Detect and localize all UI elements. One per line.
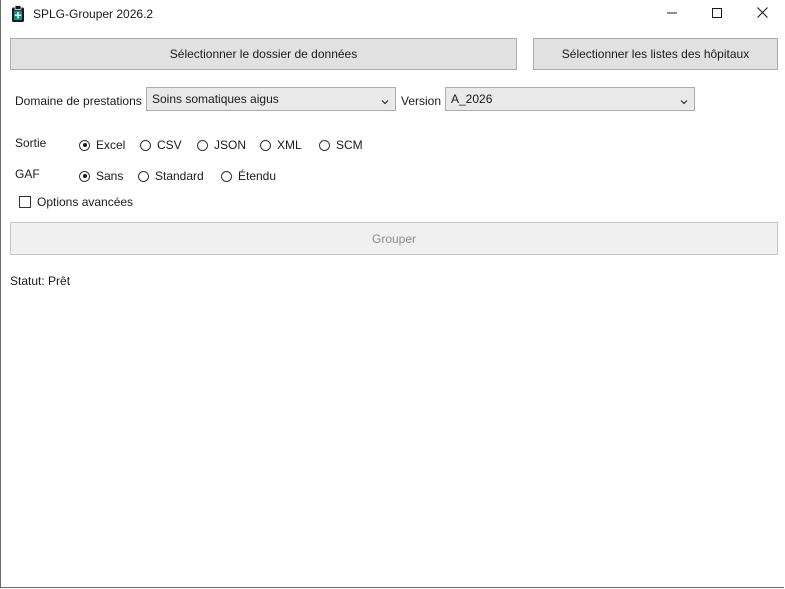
select-data-folder-button[interactable]: Sélectionner le dossier de données [10, 38, 517, 70]
radio-label: XML [277, 138, 302, 152]
radio-label: Excel [96, 138, 126, 152]
radio-indicator [319, 139, 330, 151]
app-window: SPLG-Grouper 2026.2 Sélectionner le doss… [0, 0, 784, 588]
output-label: Sortie [15, 136, 47, 150]
chevron-down-icon [680, 95, 688, 105]
select-hospital-lists-button[interactable]: Sélectionner les listes des hôpitaux [533, 38, 778, 70]
radio-label: Sans [96, 169, 124, 183]
version-label: Version [401, 94, 442, 108]
minimize-icon [667, 7, 677, 21]
chevron-down-icon [381, 95, 389, 105]
radio-output-excel[interactable]: Excel [79, 138, 125, 152]
radio-label: JSON [214, 138, 247, 152]
status-text: Statut: Prêt [10, 274, 71, 288]
advanced-options-label: Options avancées [37, 195, 134, 209]
radio-output-scm[interactable]: SCM [319, 138, 363, 152]
radio-label: Étendu [238, 169, 277, 183]
domain-label: Domaine de prestations [15, 94, 142, 108]
maximize-icon [712, 7, 722, 21]
version-select[interactable]: A_2026 [445, 87, 695, 111]
close-button[interactable] [739, 0, 785, 28]
radio-label: Standard [155, 169, 204, 183]
radio-gaf-standard[interactable]: Standard [138, 169, 204, 183]
checkbox-box [19, 196, 31, 208]
window-title: SPLG-Grouper 2026.2 [33, 7, 154, 21]
domain-select[interactable]: Soins somatiques aigus [146, 87, 396, 111]
maximize-button[interactable] [694, 0, 740, 28]
radio-label: CSV [157, 138, 182, 152]
radio-indicator [197, 139, 208, 151]
radio-output-json[interactable]: JSON [197, 138, 246, 152]
radio-output-csv[interactable]: CSV [140, 138, 182, 152]
version-select-value: A_2026 [451, 92, 493, 106]
advanced-options-checkbox[interactable]: Options avancées [19, 195, 133, 209]
radio-indicator [221, 170, 232, 182]
radio-label: SCM [336, 138, 363, 152]
radio-gaf-etendu[interactable]: Étendu [221, 169, 276, 183]
radio-indicator [260, 139, 271, 151]
domain-select-value: Soins somatiques aigus [152, 92, 279, 106]
minimize-button[interactable] [649, 0, 695, 28]
title-bar: SPLG-Grouper 2026.2 [1, 0, 784, 28]
clipboard-plus-icon [11, 5, 25, 23]
radio-indicator [79, 170, 90, 182]
radio-output-xml[interactable]: XML [260, 138, 302, 152]
radio-gaf-sans[interactable]: Sans [79, 169, 123, 183]
radio-indicator [79, 139, 90, 151]
radio-indicator [140, 139, 151, 151]
radio-indicator [138, 170, 149, 182]
grouper-button[interactable]: Grouper [10, 222, 778, 255]
gaf-label: GAF [15, 167, 40, 181]
close-icon [756, 7, 768, 21]
